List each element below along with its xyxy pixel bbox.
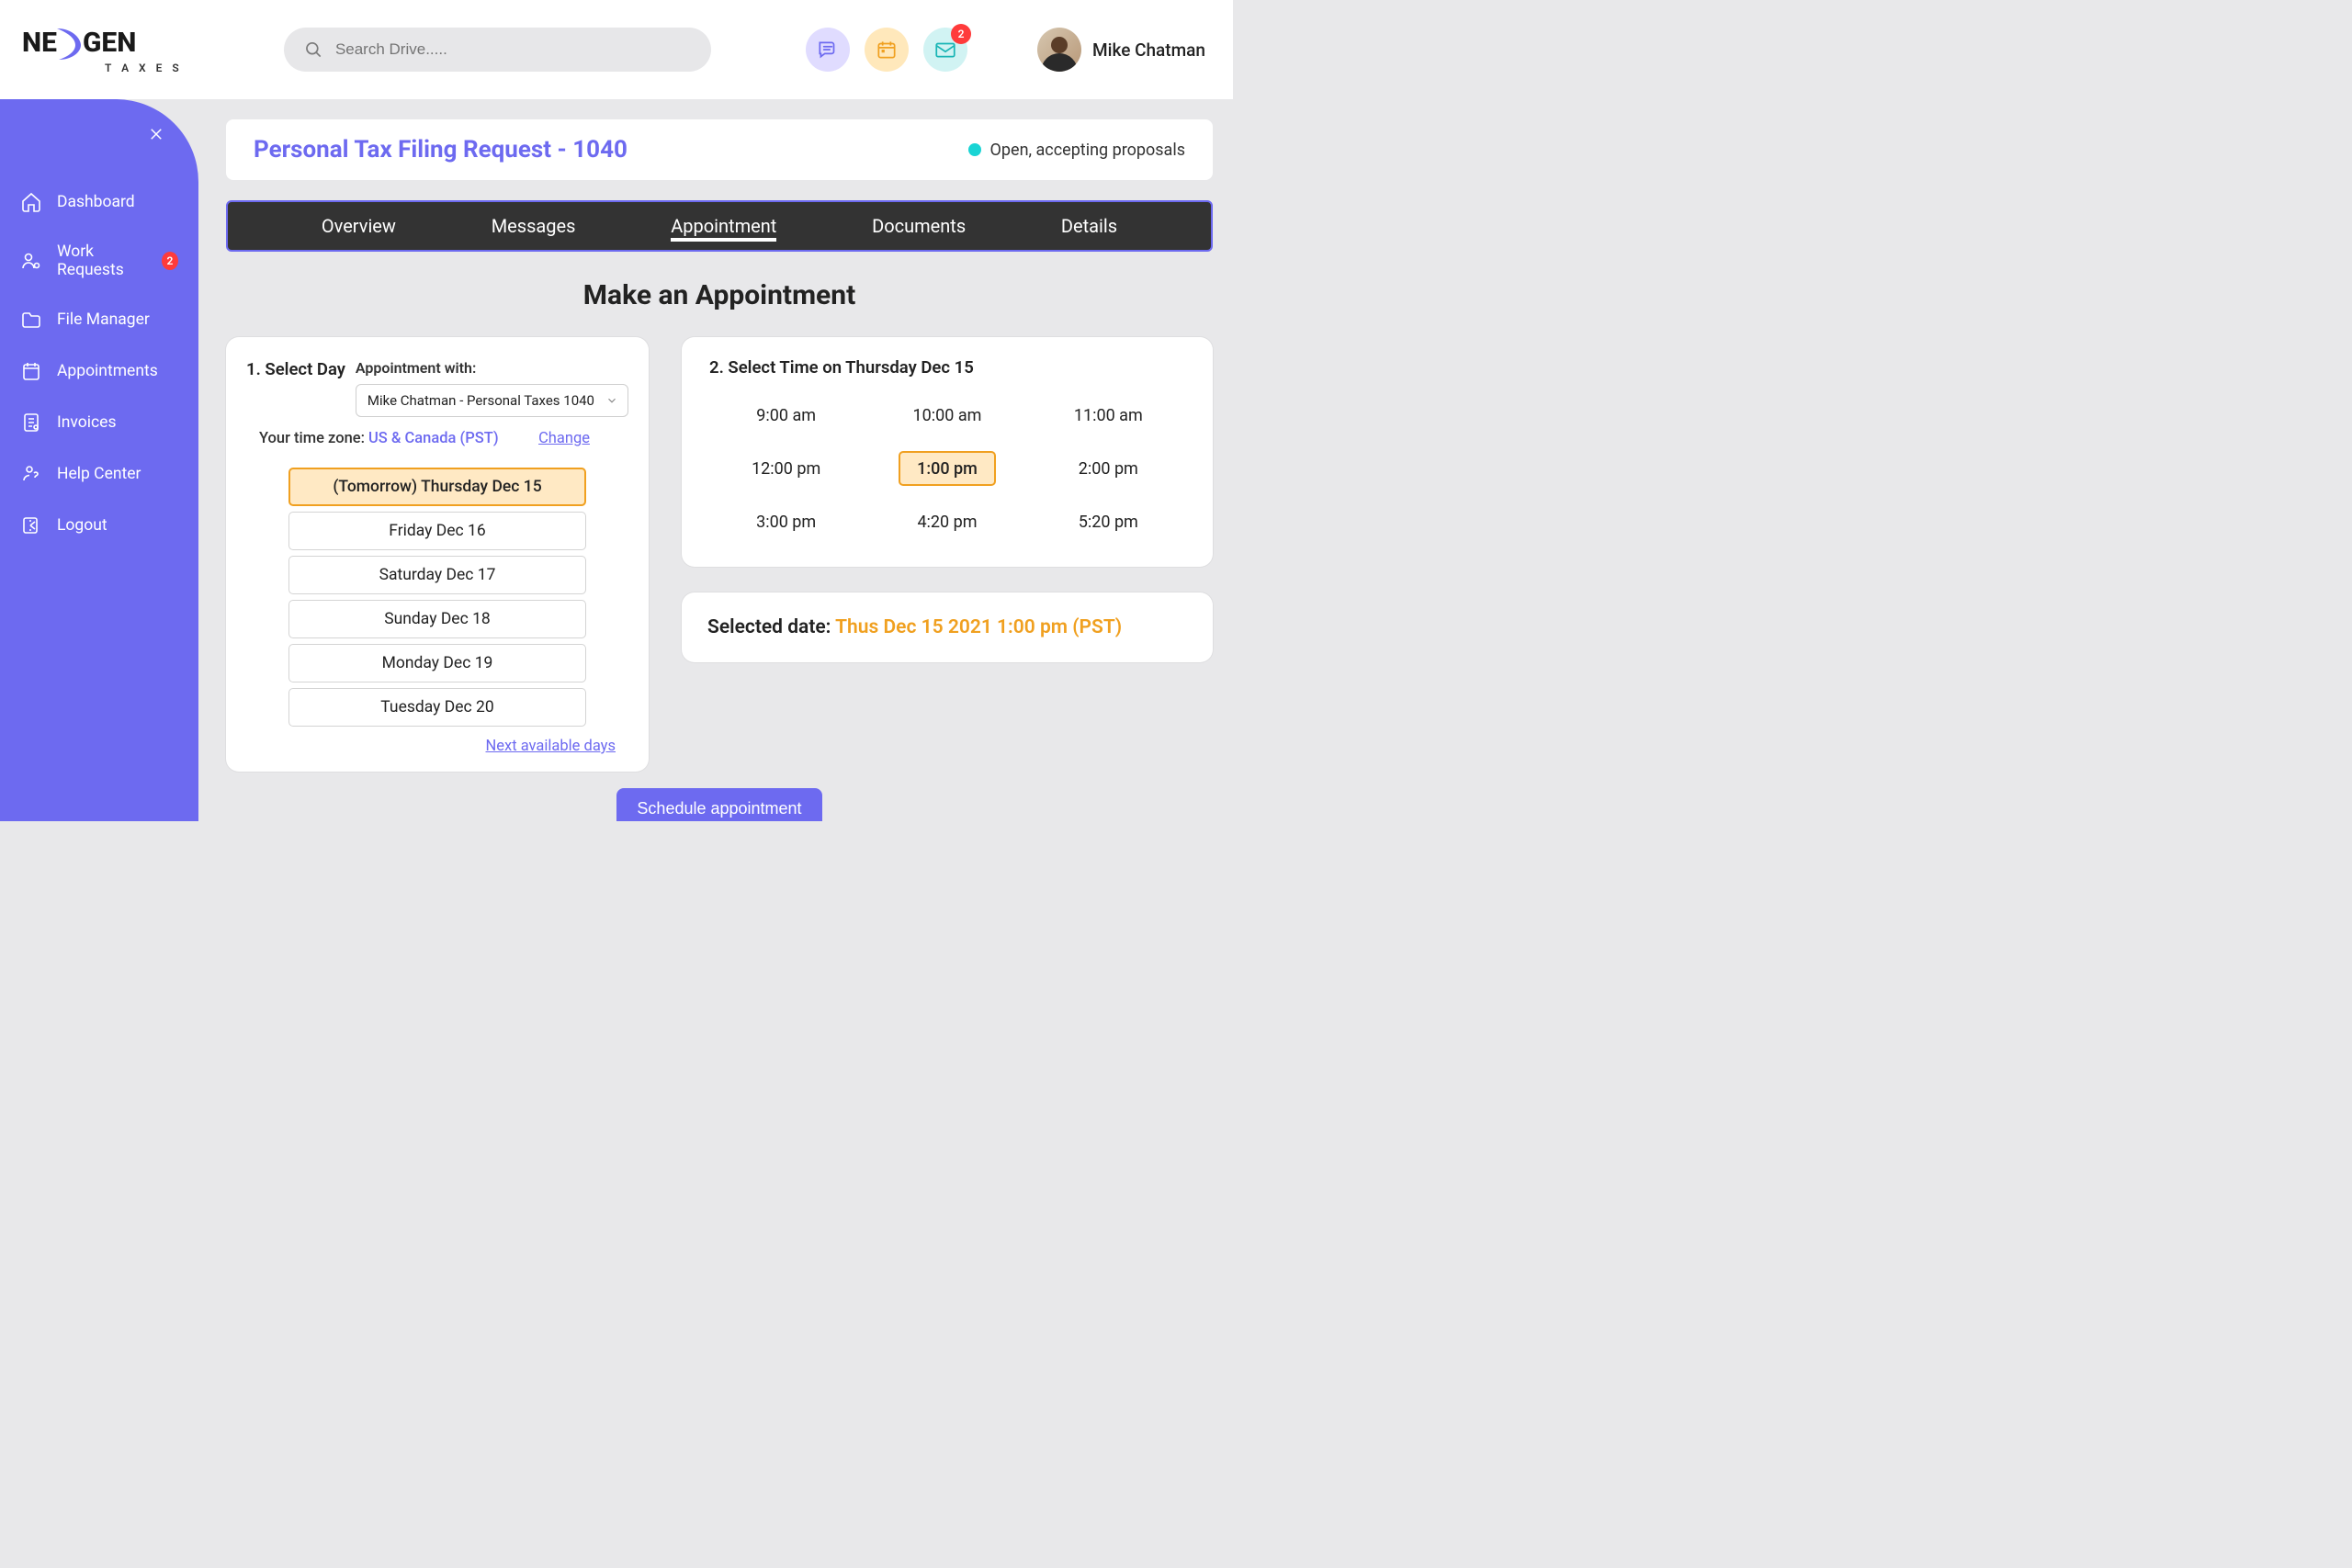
calendar-icon bbox=[20, 360, 42, 382]
sidebar-item-label: Help Center bbox=[57, 465, 141, 483]
time-option[interactable]: 1:00 pm bbox=[899, 451, 996, 486]
search-bar[interactable] bbox=[284, 28, 711, 72]
sidebar-item-file-manager[interactable]: File Manager bbox=[0, 294, 198, 345]
main-content: Personal Tax Filing Request - 1040 Open,… bbox=[198, 99, 1233, 821]
sidebar-item-label: Work Requests bbox=[57, 243, 154, 279]
day-option[interactable]: Monday Dec 19 bbox=[288, 644, 586, 682]
folder-icon bbox=[20, 309, 42, 331]
time-option[interactable]: 2:00 pm bbox=[1059, 451, 1157, 486]
search-input[interactable] bbox=[335, 40, 691, 59]
step-one-label: 1. Select Day bbox=[246, 359, 345, 379]
appointment-with-select[interactable]: Mike Chatman - Personal Taxes 1040 bbox=[356, 384, 628, 417]
sidebar-item-label: File Manager bbox=[57, 310, 150, 329]
brand-text-a: NE bbox=[22, 27, 57, 59]
calendar-icon bbox=[875, 38, 899, 62]
select-time-card: 2. Select Time on Thursday Dec 15 9:00 a… bbox=[682, 337, 1213, 567]
section-heading: Make an Appointment bbox=[226, 279, 1213, 311]
tab-details[interactable]: Details bbox=[1061, 211, 1117, 241]
time-option[interactable]: 5:20 pm bbox=[1059, 504, 1157, 539]
nav-list: Dashboard Work Requests 2 File Manager A… bbox=[0, 176, 198, 551]
day-list: (Tomorrow) Thursday Dec 15 Friday Dec 16… bbox=[246, 468, 628, 727]
sidebar-item-invoices[interactable]: Invoices bbox=[0, 397, 198, 448]
time-option[interactable]: 10:00 am bbox=[899, 398, 996, 433]
invoice-icon bbox=[20, 412, 42, 434]
sidebar-item-label: Appointments bbox=[57, 362, 158, 380]
selected-date-card: Selected date: Thus Dec 15 2021 1:00 pm … bbox=[682, 592, 1213, 662]
page-title: Personal Tax Filing Request - 1040 bbox=[254, 136, 628, 164]
sidebar-item-help-center[interactable]: Help Center bbox=[0, 448, 198, 500]
help-icon bbox=[20, 463, 42, 485]
appointment-with-value: Mike Chatman - Personal Taxes 1040 bbox=[368, 392, 594, 409]
sidebar-item-label: Logout bbox=[57, 516, 107, 535]
topbar: NE GEN T A X E S 2 Mike Chatman bbox=[0, 0, 1233, 99]
close-icon bbox=[148, 126, 164, 142]
chevron-down-icon bbox=[605, 394, 618, 407]
sidebar-item-logout[interactable]: Logout bbox=[0, 500, 198, 551]
home-icon bbox=[20, 191, 42, 213]
sidebar-item-appointments[interactable]: Appointments bbox=[0, 345, 198, 397]
users-icon bbox=[20, 250, 42, 272]
sidebar-item-label: Invoices bbox=[57, 413, 116, 432]
timezone-value: US & Canada (PST) bbox=[368, 430, 499, 447]
selected-date-prefix: Selected date: bbox=[707, 616, 835, 638]
timezone-prefix: Your time zone: bbox=[259, 430, 365, 447]
time-option[interactable]: 9:00 am bbox=[738, 398, 835, 433]
sidebar-item-label: Dashboard bbox=[57, 193, 135, 211]
user-name: Mike Chatman bbox=[1092, 39, 1205, 61]
sidebar-badge: 2 bbox=[162, 252, 178, 270]
day-option[interactable]: Saturday Dec 17 bbox=[288, 556, 586, 594]
tabs-bar: Overview Messages Appointment Documents … bbox=[226, 200, 1213, 252]
status-badge: Open, accepting proposals bbox=[968, 141, 1185, 160]
tab-overview[interactable]: Overview bbox=[322, 211, 396, 241]
calendar-button[interactable] bbox=[865, 28, 909, 72]
day-option[interactable]: Friday Dec 16 bbox=[288, 512, 586, 550]
sidebar-close-button[interactable] bbox=[147, 125, 165, 143]
chat-icon bbox=[816, 38, 840, 62]
brand-subtext: T A X E S bbox=[105, 62, 183, 74]
time-option[interactable]: 4:20 pm bbox=[899, 504, 996, 539]
sidebar: Dashboard Work Requests 2 File Manager A… bbox=[0, 99, 198, 821]
time-option[interactable]: 12:00 pm bbox=[738, 451, 835, 486]
tab-appointment[interactable]: Appointment bbox=[671, 211, 776, 242]
search-icon bbox=[304, 39, 322, 60]
appointment-with-label: Appointment with: bbox=[356, 359, 628, 377]
day-option[interactable]: Sunday Dec 18 bbox=[288, 600, 586, 638]
time-grid: 9:00 am 10:00 am 11:00 am 12:00 pm 1:00 … bbox=[709, 398, 1185, 539]
sidebar-item-work-requests[interactable]: Work Requests 2 bbox=[0, 228, 198, 294]
mail-badge: 2 bbox=[951, 24, 971, 44]
sidebar-item-dashboard[interactable]: Dashboard bbox=[0, 176, 198, 228]
time-option[interactable]: 11:00 am bbox=[1059, 398, 1157, 433]
day-option[interactable]: Tuesday Dec 20 bbox=[288, 688, 586, 727]
user-menu[interactable]: Mike Chatman bbox=[1037, 28, 1205, 72]
step-two-label: 2. Select Time on Thursday Dec 15 bbox=[709, 357, 1185, 378]
timezone-change-link[interactable]: Change bbox=[538, 430, 590, 447]
logout-icon bbox=[20, 514, 42, 536]
avatar bbox=[1037, 28, 1081, 72]
time-option[interactable]: 3:00 pm bbox=[738, 504, 835, 539]
page-header: Personal Tax Filing Request - 1040 Open,… bbox=[226, 119, 1213, 180]
status-text: Open, accepting proposals bbox=[990, 141, 1185, 160]
tab-documents[interactable]: Documents bbox=[872, 211, 966, 241]
selected-date-value: Thus Dec 15 2021 1:00 pm (PST) bbox=[835, 616, 1122, 638]
brand-swoosh-icon bbox=[53, 25, 86, 63]
day-option[interactable]: (Tomorrow) Thursday Dec 15 bbox=[288, 468, 586, 506]
select-day-card: 1. Select Day Appointment with: Mike Cha… bbox=[226, 337, 649, 772]
status-dot-icon bbox=[968, 143, 981, 156]
appointment-cards-row: 1. Select Day Appointment with: Mike Cha… bbox=[226, 337, 1213, 772]
chat-button[interactable] bbox=[806, 28, 850, 72]
mail-button[interactable]: 2 bbox=[923, 28, 967, 72]
tab-messages[interactable]: Messages bbox=[492, 211, 576, 241]
topbar-actions: 2 Mike Chatman bbox=[806, 28, 1205, 72]
next-available-days-link[interactable]: Next available days bbox=[246, 738, 616, 755]
schedule-appointment-button[interactable]: Schedule appointment bbox=[616, 788, 821, 821]
brand-text-b: GEN bbox=[83, 27, 136, 59]
brand-logo[interactable]: NE GEN T A X E S bbox=[22, 25, 183, 74]
